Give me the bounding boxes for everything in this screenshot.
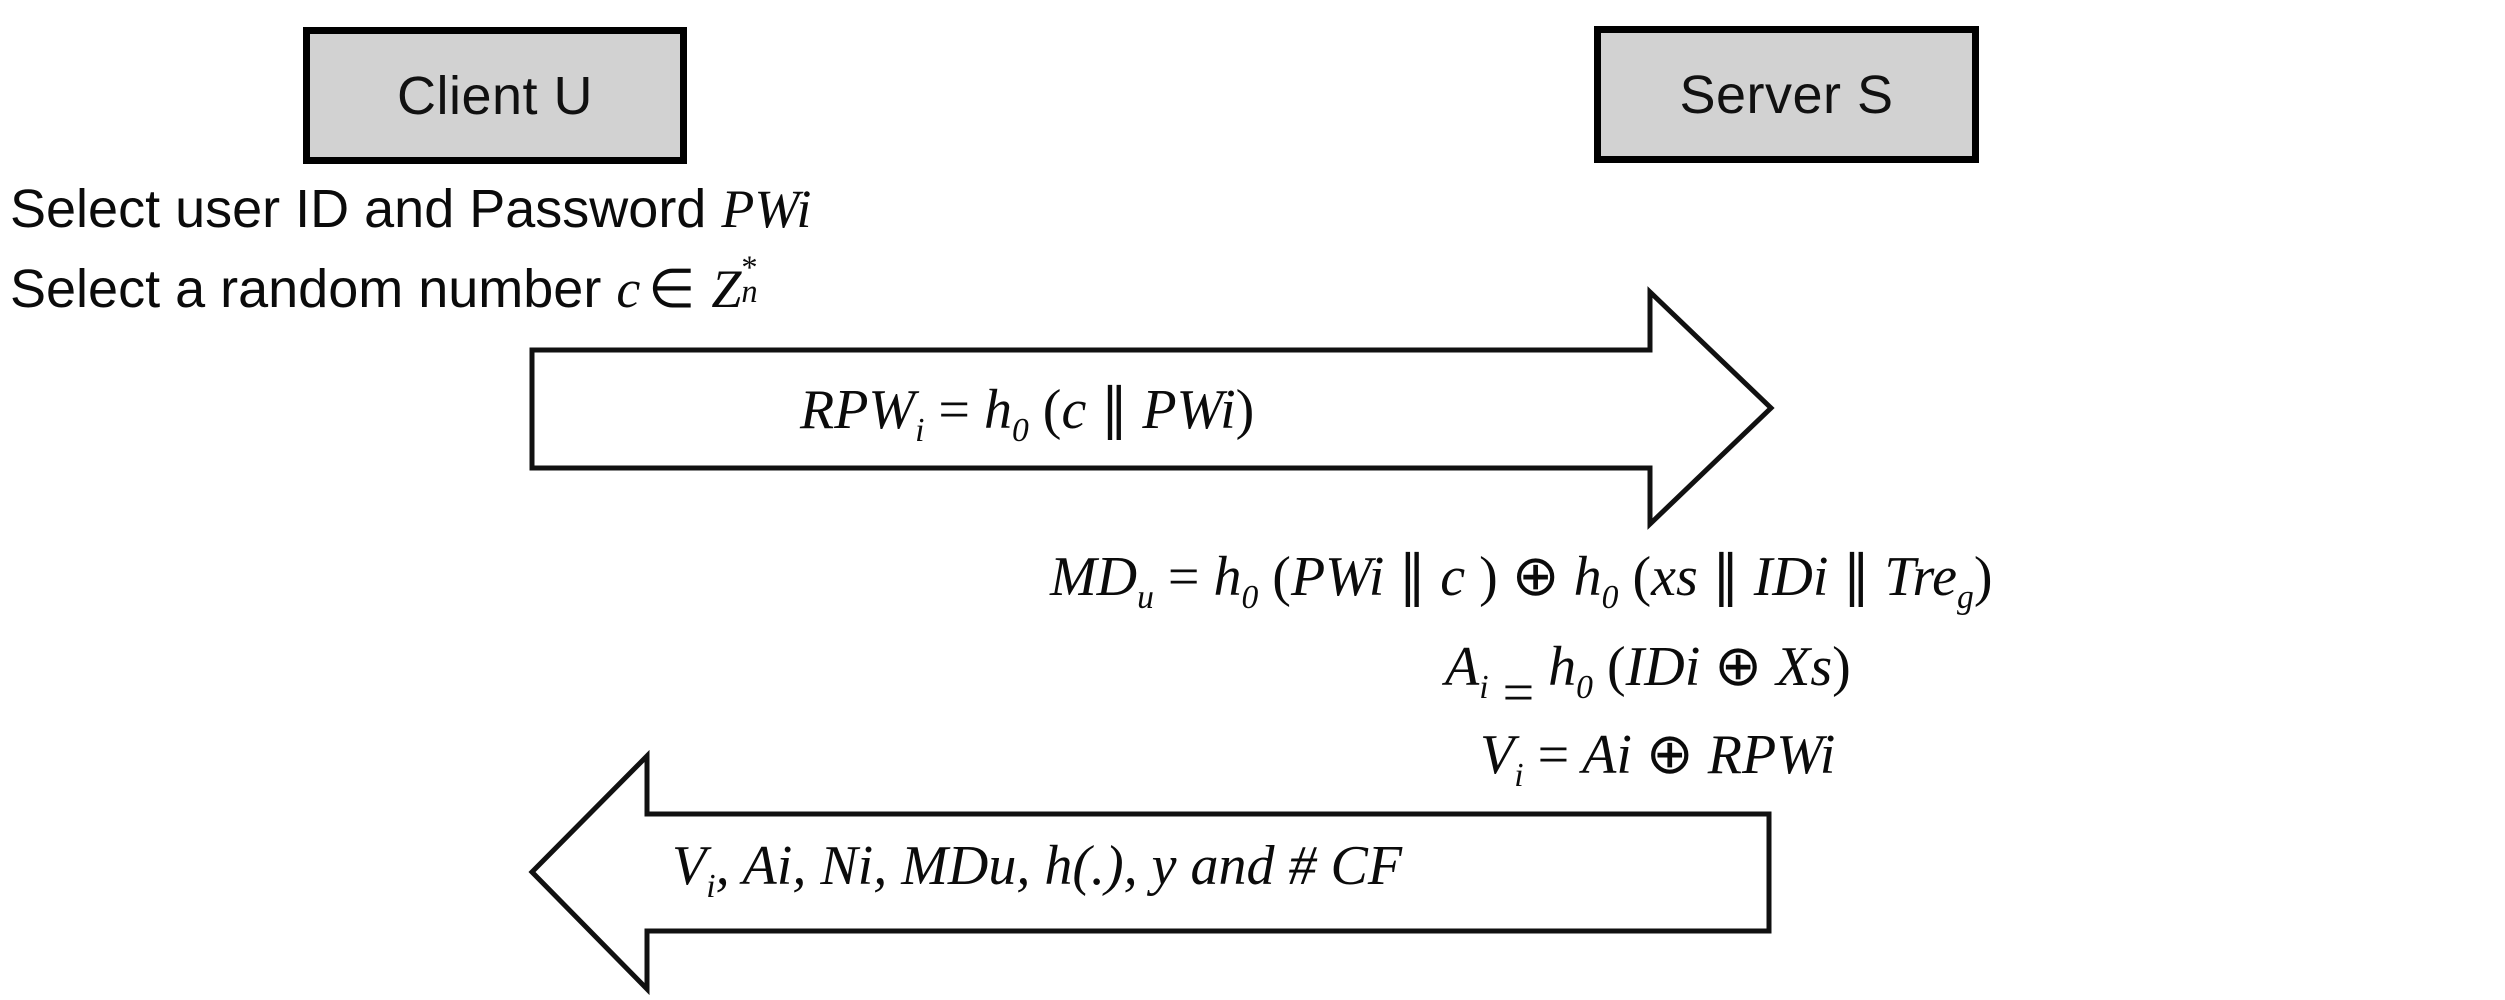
mdu-open-paren-1: ( bbox=[1258, 546, 1291, 608]
mdu-h1-subscript: 0 bbox=[1241, 579, 1259, 617]
mdu-concat-1: ∥ bbox=[1398, 546, 1427, 608]
ai-lhs-subscript: i bbox=[1479, 669, 1489, 707]
mdu-close-paren-1: ) bbox=[1465, 546, 1498, 608]
ai-h-subscript: 0 bbox=[1576, 669, 1593, 707]
ai-lhs: A bbox=[1445, 636, 1480, 698]
ai-close-paren: ) bbox=[1832, 636, 1851, 698]
client-entity-box: Client U bbox=[303, 27, 687, 164]
mdu-concat-3: ∥ bbox=[1842, 546, 1871, 608]
ai-open-paren: ( bbox=[1592, 636, 1626, 698]
mdu-arg-c: c bbox=[1440, 546, 1466, 608]
ai-arg-xs: Xs bbox=[1776, 636, 1833, 698]
mdu-lhs: MD bbox=[1050, 546, 1138, 608]
mdu-xor-operator: ⊕ bbox=[1511, 545, 1560, 608]
mdu-lhs-subscript: u bbox=[1137, 579, 1154, 617]
msg1-arg1: c bbox=[1061, 379, 1087, 441]
msg1-lhs-subscript: i bbox=[915, 412, 925, 450]
mdu-arg-tre: Tre bbox=[1884, 546, 1958, 608]
mdu-h2-subscript: 0 bbox=[1601, 579, 1619, 617]
msg1-open-paren: ( bbox=[1028, 379, 1062, 441]
mdu-close-paren-2: ) bbox=[1973, 546, 1993, 608]
message-label-client-to-server: RPWi = h0 (c ∥ PWi) bbox=[800, 382, 1254, 448]
client-step-1-prefix: Select user ID and Password bbox=[10, 179, 722, 239]
msg1-hash-fn: h bbox=[984, 379, 1012, 441]
client-step-select-id-password: Select user ID and Password PWi bbox=[10, 182, 811, 236]
msg2-v-subscript: i bbox=[706, 868, 716, 906]
msg1-concat-operator: ∥ bbox=[1100, 379, 1129, 441]
message-label-server-to-client: Vi, Ai, Ni, MDu, h(.), y and # CF bbox=[672, 838, 1402, 904]
mdu-arg-idi: IDi bbox=[1753, 546, 1829, 608]
mdu-open-paren-2: ( bbox=[1618, 546, 1652, 608]
mdu-arg-tre-subscript: g bbox=[1957, 579, 1974, 617]
client-step-1-symbol: PWi bbox=[721, 179, 812, 239]
mdu-concat-2: ∥ bbox=[1711, 546, 1740, 608]
msg1-close-paren: ) bbox=[1235, 379, 1255, 441]
ai-arg-idi: IDi bbox=[1625, 636, 1701, 698]
client-entity-label: Client U bbox=[396, 65, 594, 126]
mdu-h1: h bbox=[1213, 546, 1242, 608]
msg2-v: V bbox=[672, 835, 707, 897]
msg1-arg2: PWi bbox=[1142, 379, 1236, 441]
msg2-rest: , Ai, Ni, MDu, h(.), y and # CF bbox=[715, 835, 1403, 897]
ai-equals: = bbox=[1502, 662, 1535, 724]
msg1-lhs: RPW bbox=[800, 379, 916, 441]
server-computation-ai: Ai = h0 (IDi ⊕ Xs) bbox=[1445, 635, 1851, 721]
mdu-arg-xs: xs bbox=[1651, 546, 1698, 608]
mdu-equals: = bbox=[1167, 546, 1200, 608]
protocol-diagram: Client U Server S Select user ID and Pas… bbox=[0, 0, 2505, 1000]
msg1-hash-subscript: 0 bbox=[1012, 412, 1029, 450]
mdu-arg-pwi: PWi bbox=[1290, 546, 1385, 608]
ai-xor-operator: ⊕ bbox=[1714, 635, 1763, 698]
msg1-equals: = bbox=[938, 379, 970, 441]
client-step-2-prefix: Select a random number bbox=[10, 259, 617, 319]
server-entity-label: Server S bbox=[1679, 64, 1894, 125]
mdu-h2: h bbox=[1573, 546, 1602, 608]
ai-h: h bbox=[1548, 636, 1577, 698]
server-entity-box: Server S bbox=[1594, 26, 1979, 163]
server-computation-mdu: MDu = h0 (PWi ∥ c ) ⊕ h0 (xs ∥ IDi ∥ Tre… bbox=[1050, 548, 1992, 615]
